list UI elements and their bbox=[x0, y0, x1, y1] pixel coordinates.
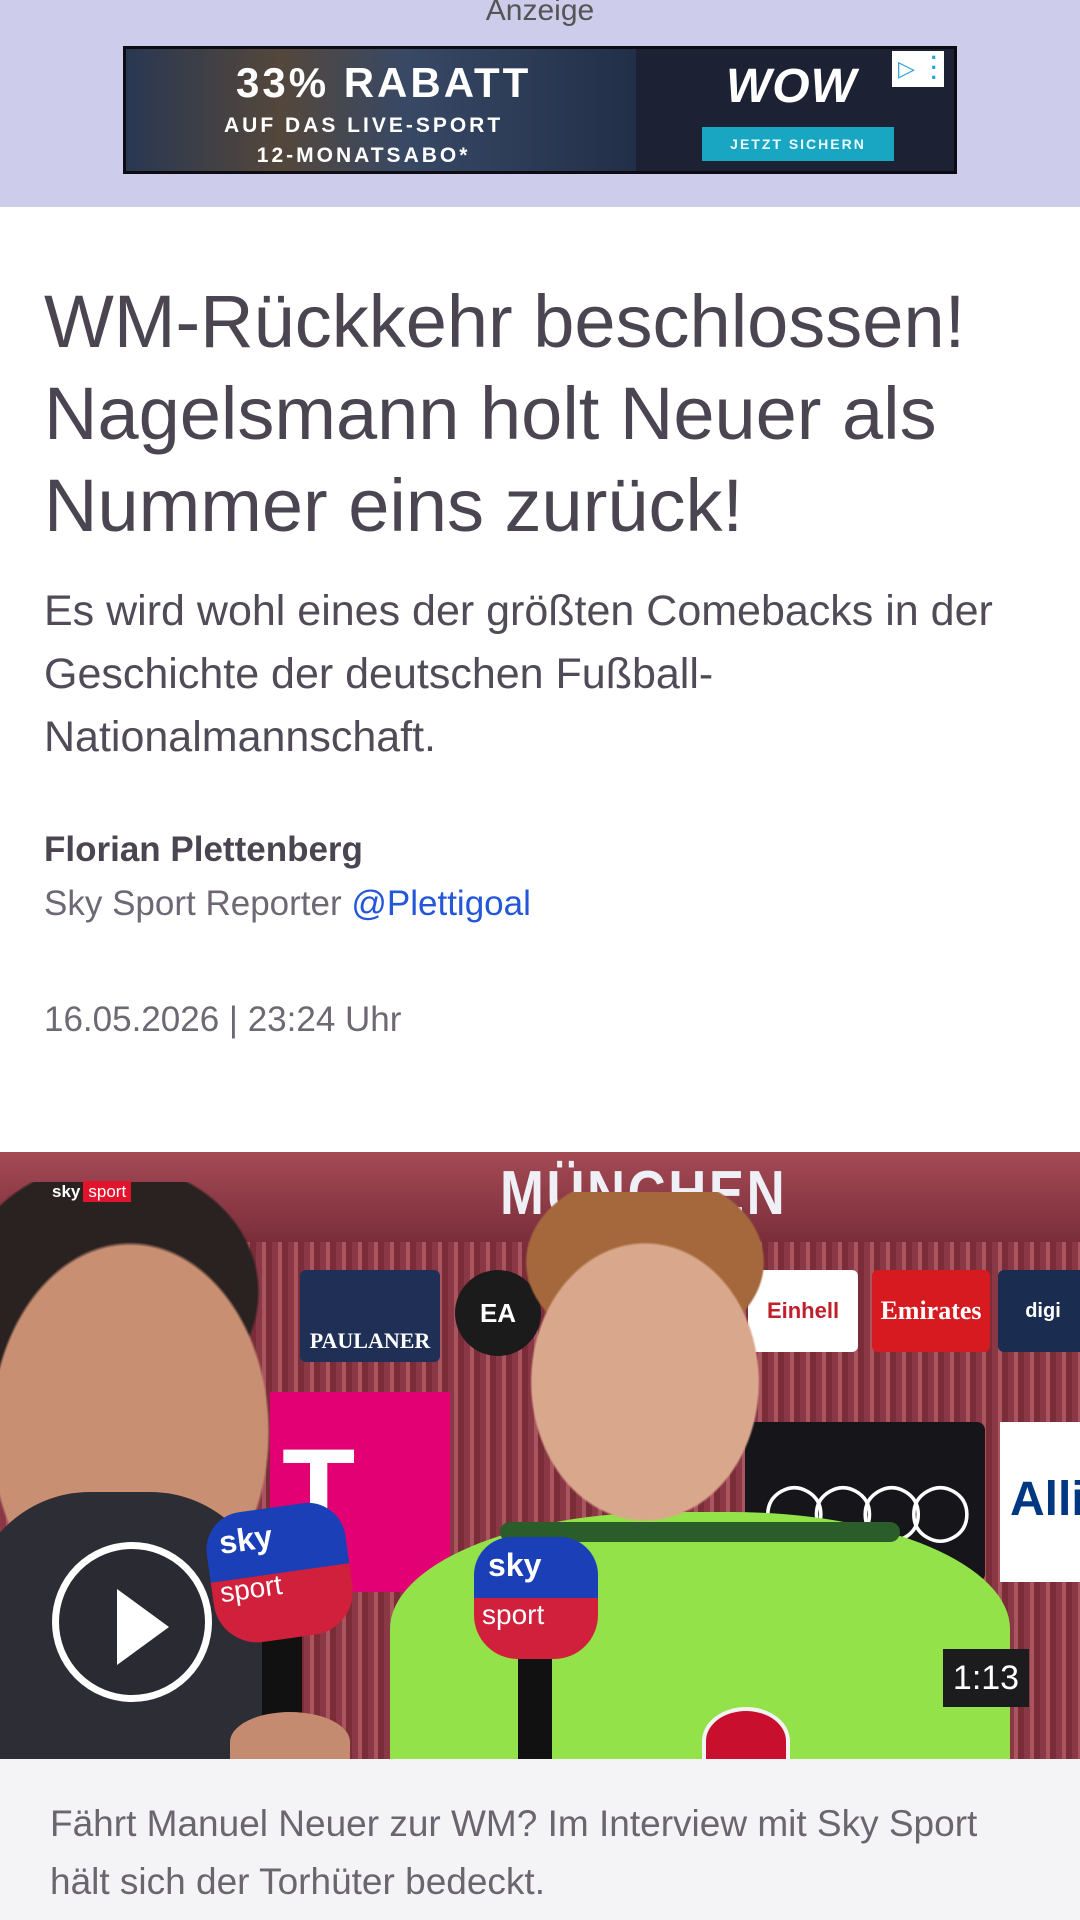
microphone-handle bbox=[518, 1657, 552, 1759]
ad-subline: AUF DAS LIVE-SPORT 12-MONATSABO* bbox=[224, 111, 503, 171]
microphone-right: sky sport bbox=[474, 1537, 598, 1659]
play-icon bbox=[117, 1589, 169, 1665]
ad-banner[interactable]: 33% RABATT AUF DAS LIVE-SPORT 12-MONATSA… bbox=[123, 46, 957, 174]
microphone-left: sky sport bbox=[201, 1497, 359, 1649]
sky-sport-logo: sky sport bbox=[52, 1181, 132, 1202]
video-player[interactable]: MÜNCHEN PAULANER EA Einhell Emirates dig… bbox=[0, 1152, 1080, 1759]
board-emirates: Emirates bbox=[872, 1270, 990, 1352]
article-headline: WM-Rückkehr beschlossen! Nagelsmann holt… bbox=[44, 280, 966, 547]
ad-cta-button[interactable]: JETZT SICHERN bbox=[702, 127, 894, 161]
publish-date: 16.05.2026 | 23:24 Uhr bbox=[44, 1000, 402, 1039]
author-role-line: Sky Sport Reporter @Plettigoal bbox=[44, 884, 531, 924]
ad-area: Anzeige 33% RABATT AUF DAS LIVE-SPORT 12… bbox=[0, 0, 1080, 207]
ad-choices-button[interactable]: ▷ · · · bbox=[892, 46, 944, 90]
more-options-icon: · · · bbox=[930, 46, 938, 90]
ad-headline: 33% RABATT bbox=[236, 59, 532, 106]
mic-label-sport: sport bbox=[482, 1599, 545, 1630]
video-caption: Fährt Manuel Neuer zur WM? Im Interview … bbox=[50, 1803, 978, 1902]
video-duration: 1:13 bbox=[943, 1649, 1029, 1707]
author-twitter-link[interactable]: @Plettigoal bbox=[351, 884, 531, 923]
author-name: Florian Plettenberg bbox=[44, 830, 363, 869]
ad-brand-logo: WOW bbox=[726, 60, 857, 113]
board-allianz: Alli bbox=[1000, 1422, 1080, 1582]
goalkeeper bbox=[520, 1192, 770, 1522]
board-digi: digi bbox=[998, 1270, 1080, 1352]
mic-label-sky: sky bbox=[488, 1547, 542, 1583]
adchoices-icon: ▷ bbox=[898, 56, 915, 81]
mic-label-sky: sky bbox=[216, 1517, 275, 1561]
board-paulaner: PAULANER bbox=[300, 1270, 440, 1362]
ad-label: Anzeige bbox=[485, 0, 595, 27]
ad-subline-1: AUF DAS LIVE-SPORT bbox=[224, 114, 504, 137]
video-caption-area: Fährt Manuel Neuer zur WM? Im Interview … bbox=[0, 1759, 1080, 1920]
play-button[interactable] bbox=[52, 1542, 212, 1702]
article-standfirst: Es wird wohl eines der größten Comebacks… bbox=[44, 587, 993, 761]
ad-subline-2: 12-MONATSABO* bbox=[256, 144, 471, 167]
author-role: Sky Sport Reporter bbox=[44, 884, 342, 923]
